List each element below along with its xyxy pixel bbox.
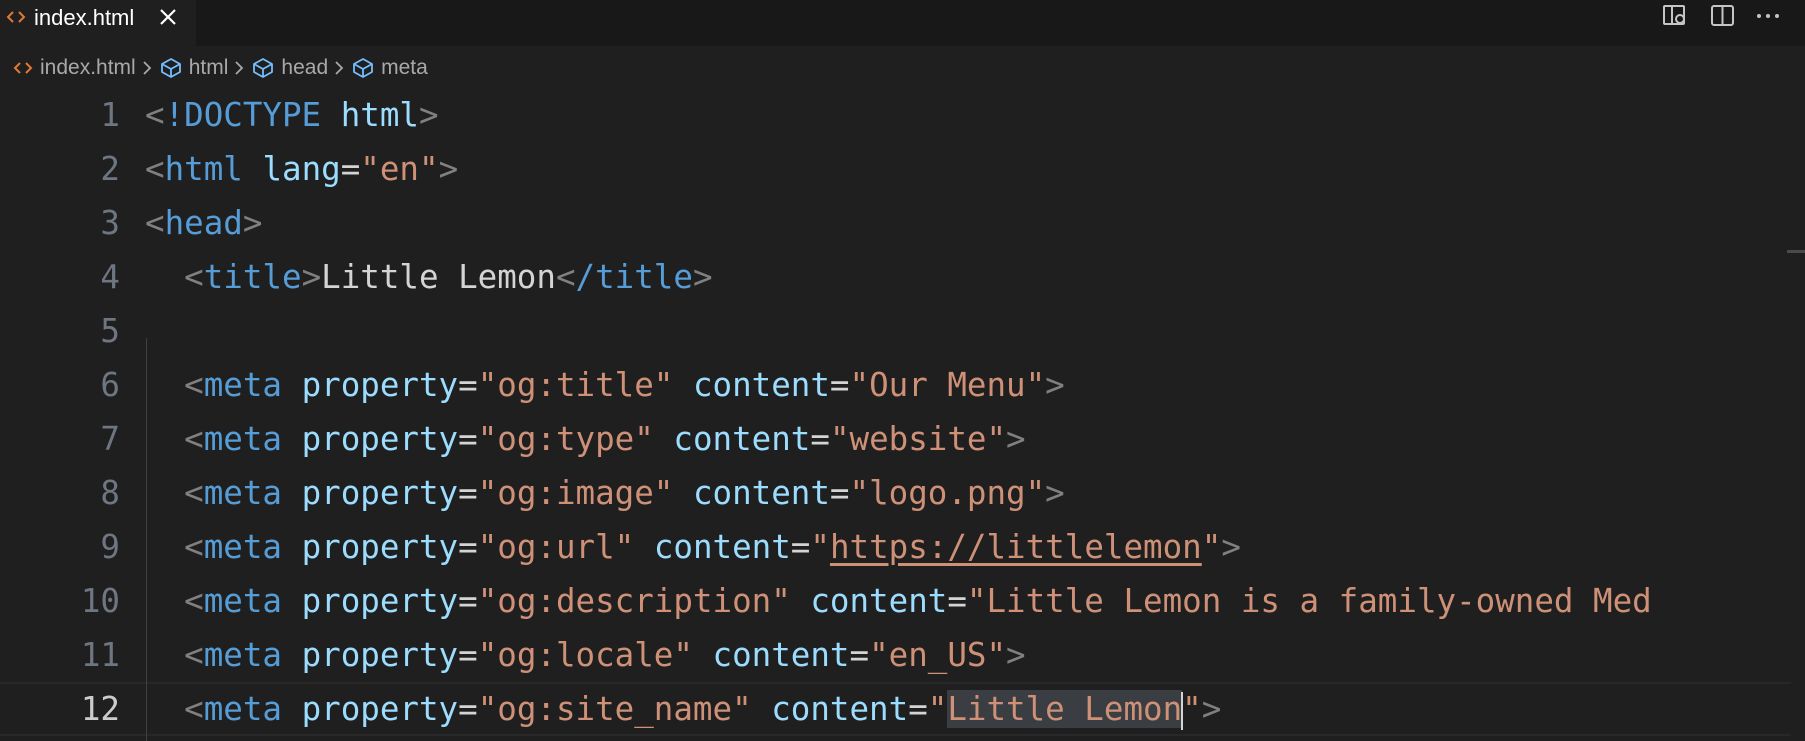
attr-value: "logo.png" — [849, 474, 1046, 512]
tag-name: meta — [203, 474, 282, 512]
attr-name: property — [301, 366, 459, 404]
code-line-11[interactable]: <meta property="og:locale" content="en_U… — [145, 628, 1025, 682]
code-line-2[interactable]: <html lang="en"> — [145, 142, 458, 196]
selected-text[interactable]: Little Lemon — [947, 690, 1183, 728]
attr-name: property — [301, 636, 459, 674]
html-file-icon — [6, 11, 26, 23]
symbol-element-icon — [160, 58, 181, 78]
attr-name: content — [692, 474, 830, 512]
line-number: 4 — [100, 258, 120, 296]
line-number: 2 — [100, 150, 120, 188]
attr-name: property — [301, 420, 459, 458]
attr-value: "website" — [829, 420, 1007, 458]
breadcrumb-item-label: meta — [381, 56, 428, 79]
line-number: 3 — [100, 204, 120, 242]
tag-name: meta — [203, 420, 282, 458]
line-number: 8 — [100, 474, 120, 512]
line-number: 5 — [100, 312, 120, 350]
attr-name: content — [653, 528, 791, 566]
code-line-1[interactable]: <!DOCTYPE html> — [145, 88, 439, 142]
url-link[interactable]: https://littlelemon — [830, 528, 1202, 566]
attr-name: property — [301, 582, 459, 620]
attr-value: "og:type" — [477, 420, 654, 458]
chevron-right-icon — [235, 61, 244, 75]
breadcrumb-file[interactable]: index.html — [12, 56, 136, 80]
attr-value: "Little Lemon is a family-owned Med — [966, 582, 1652, 620]
closing-tag-name: /title — [575, 258, 693, 296]
chevron-right-icon — [143, 61, 151, 75]
tag-name: meta — [203, 636, 282, 674]
quote: " — [1182, 690, 1202, 728]
attr-value: "og:locale" — [477, 636, 693, 674]
doctype-keyword: !DOCTYPE — [164, 96, 322, 134]
tag-name: meta — [203, 690, 282, 728]
tab-bar: index.html — [0, 0, 1805, 46]
line-number: 6 — [100, 366, 120, 404]
attr-name: content — [692, 366, 830, 404]
quote: " — [927, 690, 948, 728]
code-line-7[interactable]: <meta property="og:type" content="websit… — [145, 412, 1025, 466]
breadcrumb-item-meta[interactable]: meta — [351, 56, 428, 80]
tag-name: html — [164, 150, 243, 188]
more-actions-icon[interactable] — [1755, 3, 1781, 29]
tab-index-html[interactable]: index.html — [0, 0, 196, 46]
line-number-active: 12 — [80, 690, 120, 728]
symbol-element-icon — [353, 58, 374, 78]
title-text: Little Lemon — [321, 258, 556, 296]
chevron-right-icon — [335, 61, 344, 75]
scrollbar-marker — [1787, 250, 1805, 253]
tab-label: index.html — [34, 5, 135, 30]
tag-name: meta — [203, 366, 282, 404]
breadcrumb-item-label: head — [281, 56, 329, 79]
attr-value: "og:url" — [477, 528, 635, 566]
vertical-scrollbar[interactable] — [1787, 88, 1805, 741]
attr-value: "en" — [360, 150, 439, 188]
code-line-9[interactable]: <meta property="og:url" content="https:/… — [145, 520, 1241, 574]
line-number: 9 — [100, 528, 120, 566]
attr-name: property — [301, 474, 459, 512]
attr-value: "og:site_name" — [477, 690, 752, 728]
doctype-name: html — [340, 96, 419, 134]
attr-value: "en_US" — [869, 636, 1007, 674]
tag-name: meta — [203, 582, 282, 620]
code-line-4[interactable]: <title>Little Lemon</title> — [145, 250, 712, 304]
breadcrumb-file-label: index.html — [40, 56, 136, 79]
attr-value: "og:image" — [477, 474, 674, 512]
attr-name: content — [810, 582, 948, 620]
code-line-8[interactable]: <meta property="og:image" content="logo.… — [145, 466, 1065, 520]
attr-name: lang — [262, 150, 341, 188]
tag-name: title — [203, 258, 302, 296]
breadcrumb: index.html html head meta — [0, 50, 1805, 86]
tag-name: head — [164, 204, 243, 242]
split-editor-icon[interactable] — [1710, 3, 1736, 29]
quote: " — [810, 528, 830, 566]
breadcrumb-item-head[interactable]: head — [251, 56, 328, 80]
quote: " — [1201, 528, 1222, 566]
breadcrumb-item-html[interactable]: html — [159, 56, 229, 80]
line-number: 7 — [100, 420, 120, 458]
breadcrumb-item-label: html — [188, 56, 229, 79]
tag-name: meta — [203, 528, 282, 566]
attr-value: "Our Menu" — [849, 366, 1046, 404]
attr-name: property — [301, 528, 459, 566]
attr-value: "og:title" — [477, 366, 674, 404]
open-changes-icon[interactable] — [1662, 3, 1688, 29]
attr-name: content — [673, 420, 811, 458]
code-line-12[interactable]: <meta property="og:site_name" content="L… — [145, 682, 1221, 736]
line-number: 11 — [80, 636, 120, 674]
attr-value: "og:description" — [477, 582, 791, 620]
attr-name: content — [712, 636, 850, 674]
line-number: 1 — [100, 96, 120, 134]
attr-name: property — [301, 690, 459, 728]
code-editor[interactable]: 1 2 3 4 5 6 7 8 9 10 11 12 <!DOCTYPE htm… — [0, 88, 1805, 741]
html-file-icon — [13, 62, 33, 74]
code-line-10[interactable]: <meta property="og:description" content=… — [145, 574, 1652, 628]
code-line-6[interactable]: <meta property="og:title" content="Our M… — [145, 358, 1065, 412]
symbol-element-icon — [253, 58, 274, 78]
line-number: 10 — [80, 582, 120, 620]
attr-name: content — [771, 690, 909, 728]
code-line-3[interactable]: <head> — [145, 196, 262, 250]
close-icon[interactable] — [156, 5, 180, 29]
